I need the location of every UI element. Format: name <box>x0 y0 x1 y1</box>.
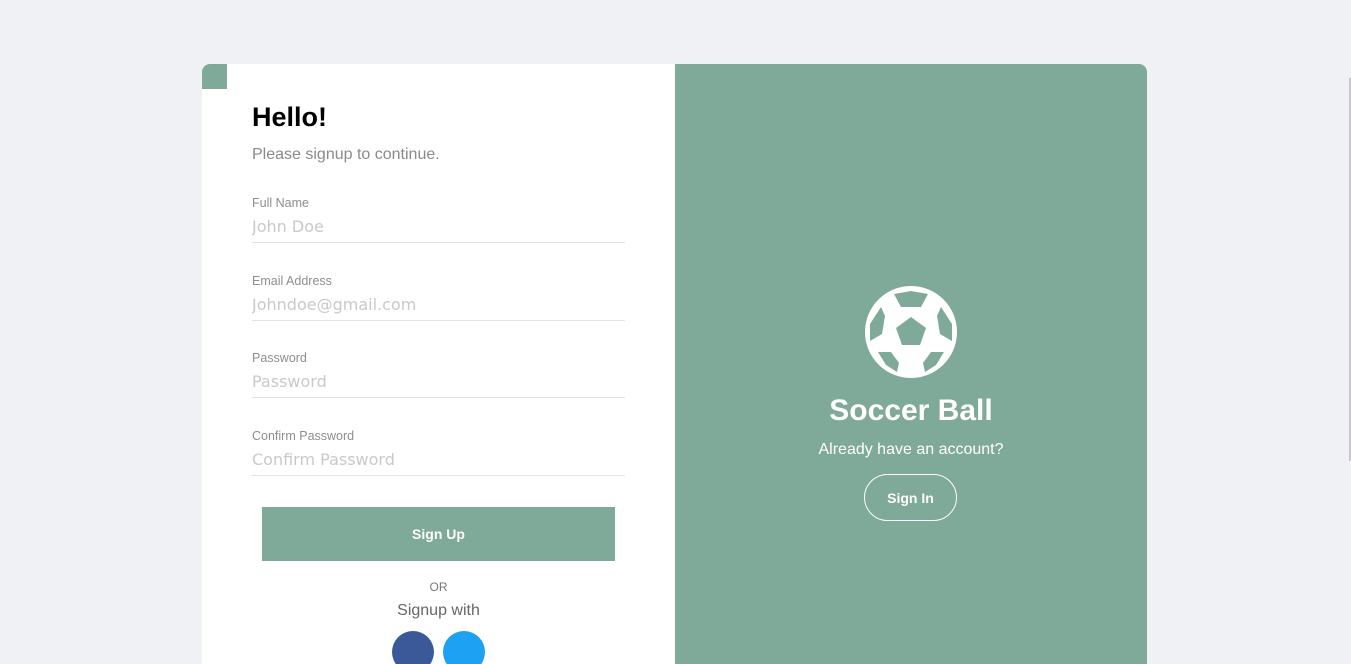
confirm-password-field: Confirm Password <box>252 429 625 476</box>
full-name-label: Full Name <box>252 196 309 210</box>
password-label: Password <box>252 351 307 365</box>
account-prompt: Already have an account? <box>818 441 1004 458</box>
twitter-icon[interactable] <box>443 631 485 664</box>
email-field: Email Address <box>252 274 625 321</box>
password-field: Password <box>252 351 625 398</box>
email-input[interactable] <box>252 291 625 317</box>
password-input[interactable] <box>252 368 625 394</box>
signup-panel: Hello! Please signup to continue. Full N… <box>202 64 675 664</box>
soccer-ball-icon <box>865 286 957 378</box>
or-divider: OR <box>429 580 448 594</box>
corner-accent <box>202 64 227 89</box>
sign-up-button[interactable]: Sign Up <box>262 507 615 561</box>
confirm-password-input[interactable] <box>252 446 625 472</box>
full-name-input[interactable] <box>252 213 625 239</box>
facebook-icon[interactable] <box>392 631 434 664</box>
page-subtitle: Please signup to continue. <box>252 146 440 163</box>
page-title: Hello! <box>252 102 328 132</box>
brand-title: Soccer Ball <box>829 394 993 427</box>
auth-card: Hello! Please signup to continue. Full N… <box>202 64 1147 664</box>
social-signup-heading: Signup with <box>397 602 480 619</box>
confirm-password-label: Confirm Password <box>252 429 355 443</box>
sign-in-button[interactable]: Sign In <box>864 474 957 521</box>
signin-panel: Soccer Ball Already have an account? Sig… <box>675 64 1147 664</box>
email-label: Email Address <box>252 274 332 288</box>
full-name-field: Full Name <box>252 196 625 243</box>
